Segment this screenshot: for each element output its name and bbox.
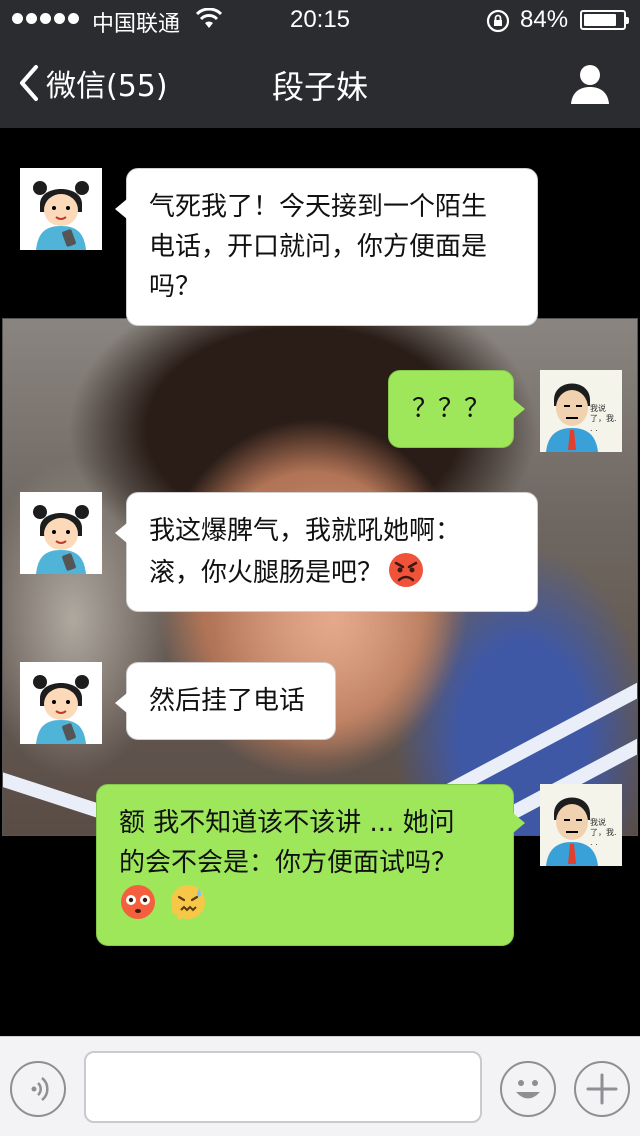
- more-button[interactable]: [574, 1061, 630, 1117]
- battery-percent: 84%: [520, 6, 569, 33]
- outgoing-message-bubble[interactable]: 额 我不知道该不该讲 ... 她问 的会不会是：你方便面试吗？: [96, 784, 525, 946]
- input-bar: [0, 1036, 640, 1136]
- back-label: 微信(55): [46, 69, 168, 104]
- message-text: ？？？: [411, 394, 490, 424]
- outgoing-message-bubble[interactable]: ？？？: [388, 370, 525, 448]
- avatar-caption: 我说了，我. . .: [590, 818, 617, 847]
- girl-avatar-icon: [20, 662, 102, 744]
- emoji-icon: [516, 1080, 540, 1099]
- battery-icon: [580, 10, 629, 30]
- incoming-message-bubble[interactable]: 气死我了！今天接到一个陌生 电话，开口就问，你方便面是 吗？: [115, 168, 538, 326]
- contact-avatar[interactable]: [20, 662, 102, 744]
- contact-avatar[interactable]: [20, 168, 102, 250]
- back-chevron-icon: [20, 65, 38, 101]
- anxious-sweat-face-icon: [171, 885, 206, 920]
- back-button[interactable]: 微信(55): [18, 60, 168, 106]
- voice-button[interactable]: [10, 1061, 66, 1117]
- my-avatar[interactable]: 我说了，我. . .: [540, 784, 622, 866]
- emoji-button[interactable]: [500, 1061, 556, 1117]
- message-input[interactable]: [84, 1051, 482, 1123]
- avatar-caption: 我说了，我. . .: [590, 404, 617, 433]
- girl-avatar-icon: [20, 168, 102, 250]
- status-bar: 中国联通 20:15 84%: [0, 0, 640, 40]
- contact-avatar[interactable]: [20, 492, 102, 574]
- profile-icon[interactable]: [568, 62, 612, 106]
- girl-avatar-icon: [20, 492, 102, 574]
- angry-face-icon: [389, 553, 424, 587]
- rotation-lock-icon: [486, 9, 510, 33]
- message-text: 额 我不知道该不该讲 ... 她问 的会不会是：你方便面试吗？: [119, 808, 458, 878]
- incoming-message-bubble[interactable]: 然后挂了电话: [115, 662, 336, 740]
- message-text: 气死我了！今天接到一个陌生 电话，开口就问，你方便面是 吗？: [149, 192, 488, 302]
- incoming-message-bubble[interactable]: 我这爆脾气，我就吼她啊： 滚，你火腿肠是吧？: [115, 492, 538, 612]
- message-text: 然后挂了电话: [149, 686, 306, 716]
- flushed-face-icon: [121, 885, 155, 919]
- chat-area[interactable]: 气死我了！今天接到一个陌生 电话，开口就问，你方便面是 吗？ 我说了，我. . …: [0, 128, 640, 1036]
- my-avatar[interactable]: 我说了，我. . .: [540, 370, 622, 452]
- nav-bar: 微信(55) 段子妹: [0, 40, 640, 128]
- voice-icon: [31, 1077, 49, 1101]
- plus-icon: [586, 1073, 618, 1105]
